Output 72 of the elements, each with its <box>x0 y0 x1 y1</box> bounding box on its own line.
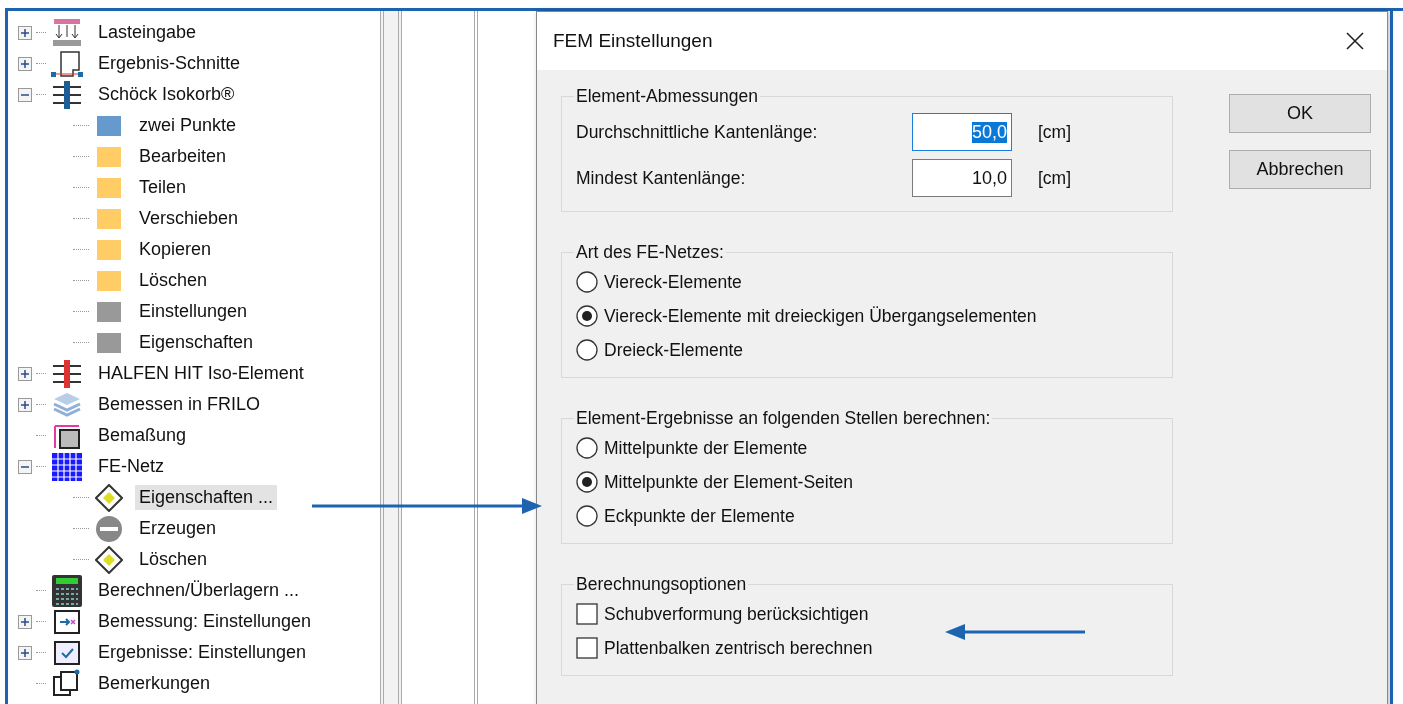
tree-item[interactable]: Löschen <box>135 547 212 572</box>
input-field[interactable]: 50,0 <box>912 113 1012 151</box>
tree-item[interactable]: Bemessung: Einstellungen <box>94 609 316 634</box>
option-label[interactable]: Dreieck-Elemente <box>604 339 744 361</box>
tree-item[interactable]: Eigenschaften ... <box>135 485 278 510</box>
checkbox-icon <box>51 638 83 667</box>
radio-button[interactable] <box>576 437 598 459</box>
minus-circle-icon <box>95 514 123 543</box>
expand-icon[interactable] <box>18 25 32 40</box>
close-icon[interactable] <box>1345 31 1365 51</box>
field-label: Mindest Kantenlänge: <box>576 167 747 189</box>
radio-button[interactable] <box>576 305 598 327</box>
radio-button[interactable] <box>576 339 598 361</box>
option-label[interactable]: Plattenbalken zentrisch berechnen <box>604 637 873 659</box>
tree-item[interactable]: Löschen <box>135 268 212 293</box>
dialog-title: FEM Einstellungen <box>553 30 713 52</box>
grid-icon <box>51 451 83 482</box>
tree-item[interactable]: Teilen <box>135 175 191 200</box>
expand-icon[interactable] <box>18 56 32 71</box>
load-icon <box>51 18 83 47</box>
group-title: Art des FE-Netzes: <box>575 242 725 263</box>
radio-button[interactable] <box>576 471 598 493</box>
expand-icon[interactable] <box>18 645 32 660</box>
tree-item[interactable]: Lasteingabe <box>94 20 201 45</box>
diamond-icon <box>95 545 123 574</box>
group-title: Element-Ergebnisse an folgenden Stellen berechnen: <box>575 408 992 429</box>
checkbox[interactable] <box>576 637 598 659</box>
collapse-icon[interactable] <box>18 87 32 102</box>
tree-item[interactable]: Eigenschaften <box>135 330 258 355</box>
radio-button[interactable] <box>576 505 598 527</box>
expand-icon[interactable] <box>18 397 32 412</box>
cancel-button[interactable]: Abbrechen <box>1229 150 1371 189</box>
radio-button[interactable] <box>576 271 598 293</box>
group-title: Element-Abmessungen <box>575 86 759 107</box>
tree-item[interactable]: HALFEN HIT Iso-Element <box>94 361 308 386</box>
expand-icon[interactable] <box>18 614 32 629</box>
tree-item[interactable]: Bemerkungen <box>94 671 215 696</box>
connector-icon <box>51 80 83 109</box>
diamond-icon <box>95 483 123 512</box>
tree-item[interactable]: Verschieben <box>135 206 243 231</box>
option-label[interactable]: Viereck-Elemente mit dreieckigen Übergangselementen <box>604 305 1037 327</box>
connector-icon <box>51 359 83 388</box>
field-label: Durchschnittliche Kantenlänge: <box>576 121 819 143</box>
tree-item[interactable]: Erzeugen <box>135 516 221 541</box>
tree-item[interactable]: Bemaßung <box>94 423 191 448</box>
group-title: Berechnungsoptionen <box>575 574 748 595</box>
input-field[interactable]: 10,0 <box>912 159 1012 197</box>
tree-item[interactable]: FE-Netz <box>94 454 168 479</box>
settings-icon <box>51 607 83 636</box>
ok-button[interactable]: OK <box>1229 94 1371 133</box>
expand-icon[interactable] <box>18 366 32 381</box>
option-label[interactable]: Schubverformung berücksichtigen <box>604 603 869 625</box>
unit-label: [cm] <box>1038 121 1072 143</box>
tree-item[interactable]: Schöck Isokorb® <box>94 82 239 107</box>
checkbox[interactable] <box>576 603 598 625</box>
layers-icon <box>51 390 83 419</box>
option-label[interactable]: Eckpunkte der Elemente <box>604 505 795 527</box>
option-label[interactable]: Mittelpunkte der Element-Seiten <box>604 471 854 493</box>
option-label[interactable]: Mittelpunkte der Elemente <box>604 437 808 459</box>
tree-item[interactable]: Berechnen/Überlagern ... <box>94 578 304 603</box>
tree-item[interactable]: Bearbeiten <box>135 144 231 169</box>
calculator-icon <box>51 574 83 607</box>
tree-item[interactable]: Kopieren <box>135 237 216 262</box>
section-icon <box>51 49 83 78</box>
tree-item[interactable]: Einstellungen <box>135 299 252 324</box>
unit-label: [cm] <box>1038 167 1072 189</box>
tree-item[interactable]: Ergebnisse: Einstellungen <box>94 640 311 665</box>
tree-item[interactable]: zwei Punkte <box>135 113 241 138</box>
tree-item[interactable]: Bemessen in FRILO <box>94 392 265 417</box>
option-label[interactable]: Viereck-Elemente <box>604 271 742 293</box>
tree-item[interactable]: Ergebnis-Schnitte <box>94 51 245 76</box>
collapse-icon[interactable] <box>18 459 32 474</box>
